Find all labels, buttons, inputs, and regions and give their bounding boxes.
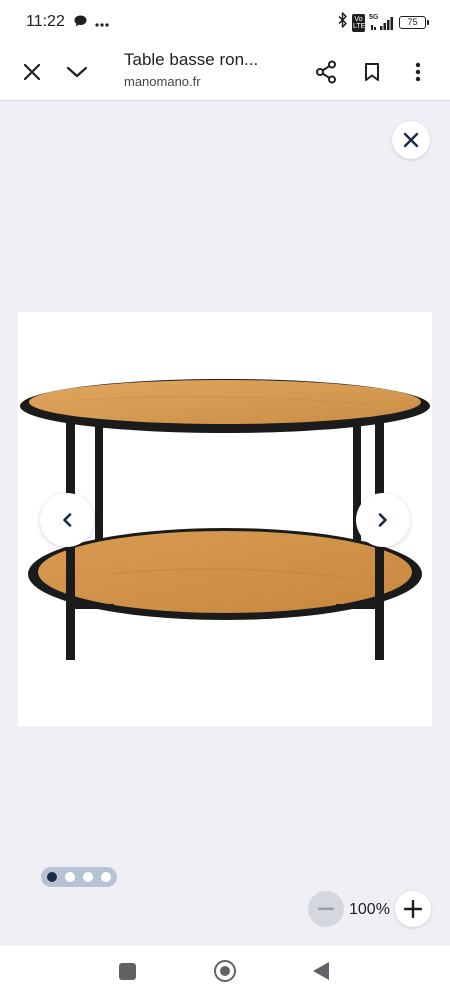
chevron-right-icon: [378, 513, 387, 527]
pagination-dot-4[interactable]: [101, 872, 111, 882]
system-navigation-bar: [0, 946, 450, 1000]
share-icon: [316, 60, 336, 84]
page-title: Table basse ron...: [124, 50, 259, 69]
bluetooth-icon: [338, 12, 348, 33]
home-button[interactable]: [214, 960, 236, 982]
overflow-menu-button[interactable]: [398, 52, 438, 92]
close-viewer-button[interactable]: [392, 121, 430, 159]
home-icon: [220, 966, 230, 976]
status-notification-icons: [74, 14, 109, 32]
previous-image-button[interactable]: [40, 493, 94, 547]
status-time: 11:22: [26, 13, 65, 30]
status-bar: 11:22 Vo LTE 5G 75: [0, 0, 450, 44]
close-tab-button[interactable]: [12, 52, 52, 92]
chevron-left-icon: [63, 513, 72, 527]
zoom-out-button[interactable]: [308, 891, 344, 927]
minus-icon: [318, 907, 334, 911]
chevron-down-icon: [66, 66, 88, 78]
back-button[interactable]: [313, 962, 329, 980]
pagination-dot-2[interactable]: [65, 872, 75, 882]
volte-badge: Vo LTE: [352, 13, 366, 32]
plus-icon: [404, 900, 422, 918]
share-button[interactable]: [306, 52, 346, 92]
zoom-in-button[interactable]: [395, 891, 431, 927]
close-icon: [23, 63, 41, 81]
zoom-level: 100%: [349, 901, 390, 918]
bookmark-button[interactable]: [352, 52, 392, 92]
image-viewer: 100%: [0, 102, 450, 946]
bookmark-icon: [365, 63, 379, 81]
minimize-tab-button[interactable]: [57, 52, 97, 92]
pagination-dot-1[interactable]: [47, 872, 57, 882]
custom-tab-toolbar: Table basse ron... manomano.fr: [0, 44, 450, 101]
image-pagination-dots: [41, 867, 117, 887]
recents-button[interactable]: [119, 963, 136, 980]
battery-icon: 75: [399, 16, 429, 29]
status-system-icons: Vo LTE 5G 75: [338, 12, 429, 33]
close-icon: [403, 132, 419, 148]
next-image-button[interactable]: [356, 493, 410, 547]
more-vert-icon: [415, 62, 421, 82]
signal-icon: 5G: [369, 14, 395, 31]
chat-bubble-icon: [74, 14, 87, 32]
page-url: manomano.fr: [124, 74, 201, 89]
pagination-dot-3[interactable]: [83, 872, 93, 882]
more-notifications-icon: [95, 14, 109, 32]
